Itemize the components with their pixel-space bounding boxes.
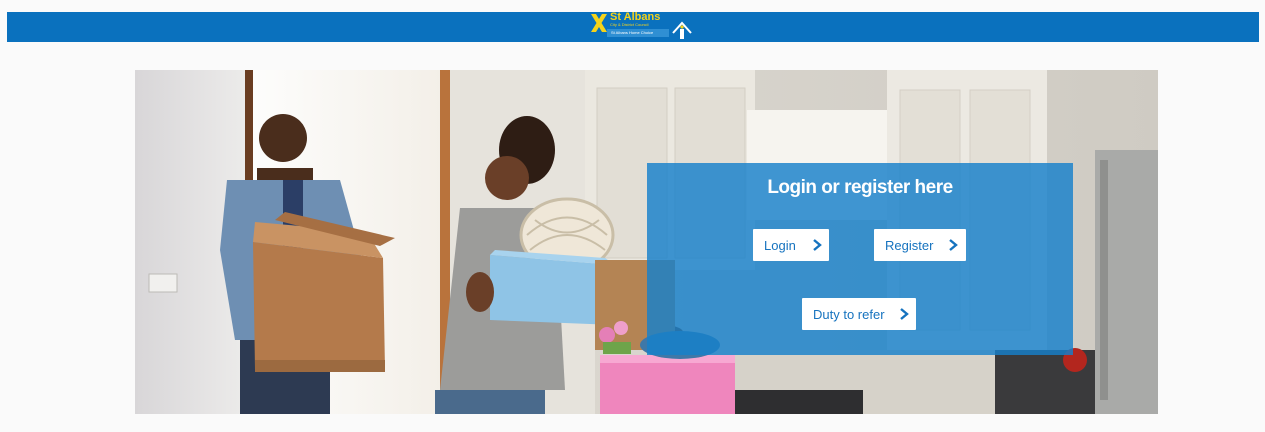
chevron-right-icon: [949, 239, 958, 251]
register-button-label: Register: [885, 237, 934, 253]
house-icon: [672, 21, 692, 39]
council-logo[interactable]: St Albans City & District Council St Alb…: [585, 12, 695, 42]
panel-title: Login or register here: [767, 177, 953, 198]
duty-to-refer-label: Duty to refer: [813, 306, 885, 322]
logo-subtitle: City & District Council: [610, 22, 649, 27]
login-button[interactable]: Login: [753, 229, 829, 261]
logo-tagline: St Albans Home Choice: [607, 29, 669, 37]
chevron-right-icon: [900, 308, 909, 320]
duty-to-refer-button[interactable]: Duty to refer: [802, 298, 916, 330]
login-register-panel: Login or register here Login Register Du…: [647, 163, 1073, 355]
header-bar: St Albans City & District Council St Alb…: [7, 12, 1259, 42]
login-button-label: Login: [764, 237, 796, 253]
chevron-right-icon: [813, 239, 822, 251]
register-button[interactable]: Register: [874, 229, 966, 261]
page: St Albans City & District Council St Alb…: [0, 0, 1265, 432]
